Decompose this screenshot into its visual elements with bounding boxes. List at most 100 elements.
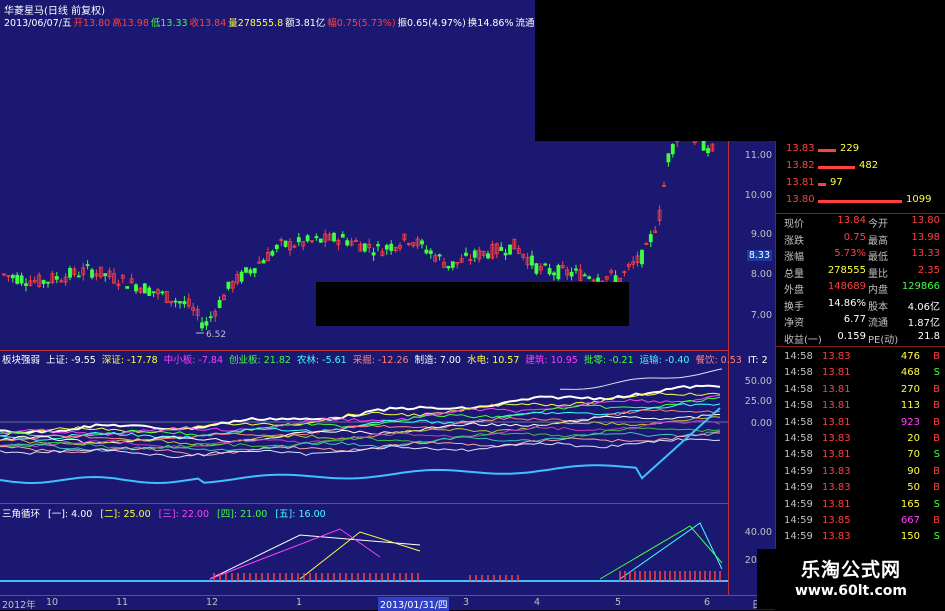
order-price: 13.82 <box>786 160 815 171</box>
trade-tick-row: 14:59 13.81 165 S <box>782 499 942 515</box>
price-axis-label: 9.00 <box>750 229 772 240</box>
candle-body <box>103 273 108 277</box>
quote-value: 13.98 <box>911 231 940 243</box>
cycle-line <box>619 522 723 580</box>
sector-legend-item: IT: 2 <box>747 355 768 366</box>
quote-row: 换手 14.86% 股本 4.06亿 <box>782 298 942 314</box>
watermark: 乐淘公式网 www.60lt.com <box>757 549 945 609</box>
trade-time: 14:59 <box>784 515 813 526</box>
candle-body <box>534 263 539 274</box>
trade-tick-row: 14:59 13.83 90 B <box>782 466 942 482</box>
date-axis-label: 10 <box>46 597 59 608</box>
quote-row: 净资 6.77 流通 1.87亿 <box>782 314 942 330</box>
candle-body <box>384 245 389 250</box>
candle-body <box>569 271 574 277</box>
candle-body <box>24 283 28 286</box>
date-axis-label: 4 <box>534 597 541 608</box>
trade-tick-row: 14:59 13.83 50 B <box>782 482 942 498</box>
candle-body <box>587 276 592 279</box>
trade-tick-row: 14:58 13.81 468 S <box>782 367 942 383</box>
date-axis-label: 1 <box>296 597 303 608</box>
trade-volume: 70 <box>907 449 920 461</box>
quote-value: 21.8 <box>917 330 940 342</box>
info-item: 2013/06/07/五 <box>4 18 72 29</box>
sector-strength-legend: 板块强弱 上证: -9.55 深证: -17.78 中小板: -7.84 创业板: 21… <box>2 352 774 366</box>
cycle-line <box>299 531 421 580</box>
redacted-area <box>316 282 629 326</box>
sector-legend-item: 制造: 7.00 <box>414 355 461 366</box>
candle-body <box>283 240 288 247</box>
candle-body <box>261 260 266 264</box>
quote-label: 外盘 <box>784 285 804 296</box>
candle-body <box>19 275 24 284</box>
candle-body <box>15 274 20 284</box>
candle-body <box>530 255 534 266</box>
trade-tick-row: 14:59 13.83 150 S <box>782 531 942 547</box>
trade-direction: B <box>933 433 940 444</box>
candle-body <box>556 265 561 280</box>
quote-info-bar: 2013/06/07/五 开13.80 高13.98 低13.33 收13.84 量278… <box>4 15 607 29</box>
quote-row: 涨跌 0.75 最高 13.98 <box>782 232 942 248</box>
sector-legend-item: 批零: -0.21 <box>583 355 634 366</box>
trade-price: 13.83 <box>822 531 851 543</box>
candle-body <box>208 316 213 319</box>
candle-body <box>472 250 477 258</box>
order-volume-bar <box>818 166 855 169</box>
sector-series-line <box>0 432 721 456</box>
trade-tick-row: 14:58 13.81 923 B <box>782 417 942 433</box>
candle-body <box>362 243 367 252</box>
tri-legend-item: [一]: 4.00 <box>48 509 93 520</box>
trade-time: 14:58 <box>784 416 813 428</box>
candle-body <box>552 272 556 276</box>
tri-axis-label: 40.00 <box>744 527 772 538</box>
trade-volume: 270 <box>900 383 920 395</box>
candle-body <box>178 301 182 304</box>
date-axis: 2012年10111212013/01/31/四3456日 <box>0 595 775 611</box>
candle-body <box>248 269 253 274</box>
candle-body <box>252 268 257 274</box>
candle-body <box>648 234 653 243</box>
order-volume: 1099 <box>906 194 932 205</box>
triangle-cycle-chart[interactable] <box>0 515 728 595</box>
trade-volume: 90 <box>907 465 920 477</box>
trade-price: 13.81 <box>822 400 851 412</box>
order-book-row: 13.83 229 <box>782 143 942 159</box>
candle-body <box>314 236 319 239</box>
trade-time: 14:58 <box>784 433 813 444</box>
order-price: 13.80 <box>786 194 815 205</box>
candle-body <box>420 240 424 245</box>
candle-body <box>503 252 508 256</box>
quote-label: 内盘 <box>868 285 888 296</box>
quote-value: 13.33 <box>911 248 940 259</box>
trade-volume: 150 <box>900 531 920 543</box>
candle-body <box>10 274 15 279</box>
order-price: 13.83 <box>786 143 815 154</box>
candle-body <box>424 249 429 254</box>
trade-price: 13.81 <box>822 367 851 379</box>
candle-body <box>200 322 204 329</box>
sector-legend-item: 农林: -5.61 <box>296 355 347 366</box>
candle-body <box>582 274 587 277</box>
redacted-area <box>535 0 945 141</box>
quote-label: PE(动) <box>868 334 899 346</box>
sector-strength-chart[interactable] <box>0 362 728 502</box>
trade-time: 14:58 <box>784 367 813 379</box>
candle-body <box>226 281 231 289</box>
order-volume: 229 <box>840 143 860 154</box>
trade-volume: 923 <box>900 416 920 428</box>
candle-body <box>389 243 394 251</box>
candle-body <box>217 300 222 308</box>
panel-separator <box>0 350 728 351</box>
date-axis-label: 3 <box>463 597 470 608</box>
quote-value: 0.75 <box>843 231 866 243</box>
trade-time: 14:58 <box>784 383 813 395</box>
trade-time: 14:59 <box>784 482 813 494</box>
trade-price: 13.83 <box>822 433 851 444</box>
cycle-line <box>209 534 421 580</box>
info-item: 换14.86% <box>467 18 514 29</box>
quote-label: 最高 <box>868 235 888 247</box>
info-item: 收13.84 <box>189 18 227 29</box>
quote-label: 量比 <box>868 268 888 280</box>
candle-body <box>296 237 301 243</box>
candle-body <box>125 286 130 289</box>
